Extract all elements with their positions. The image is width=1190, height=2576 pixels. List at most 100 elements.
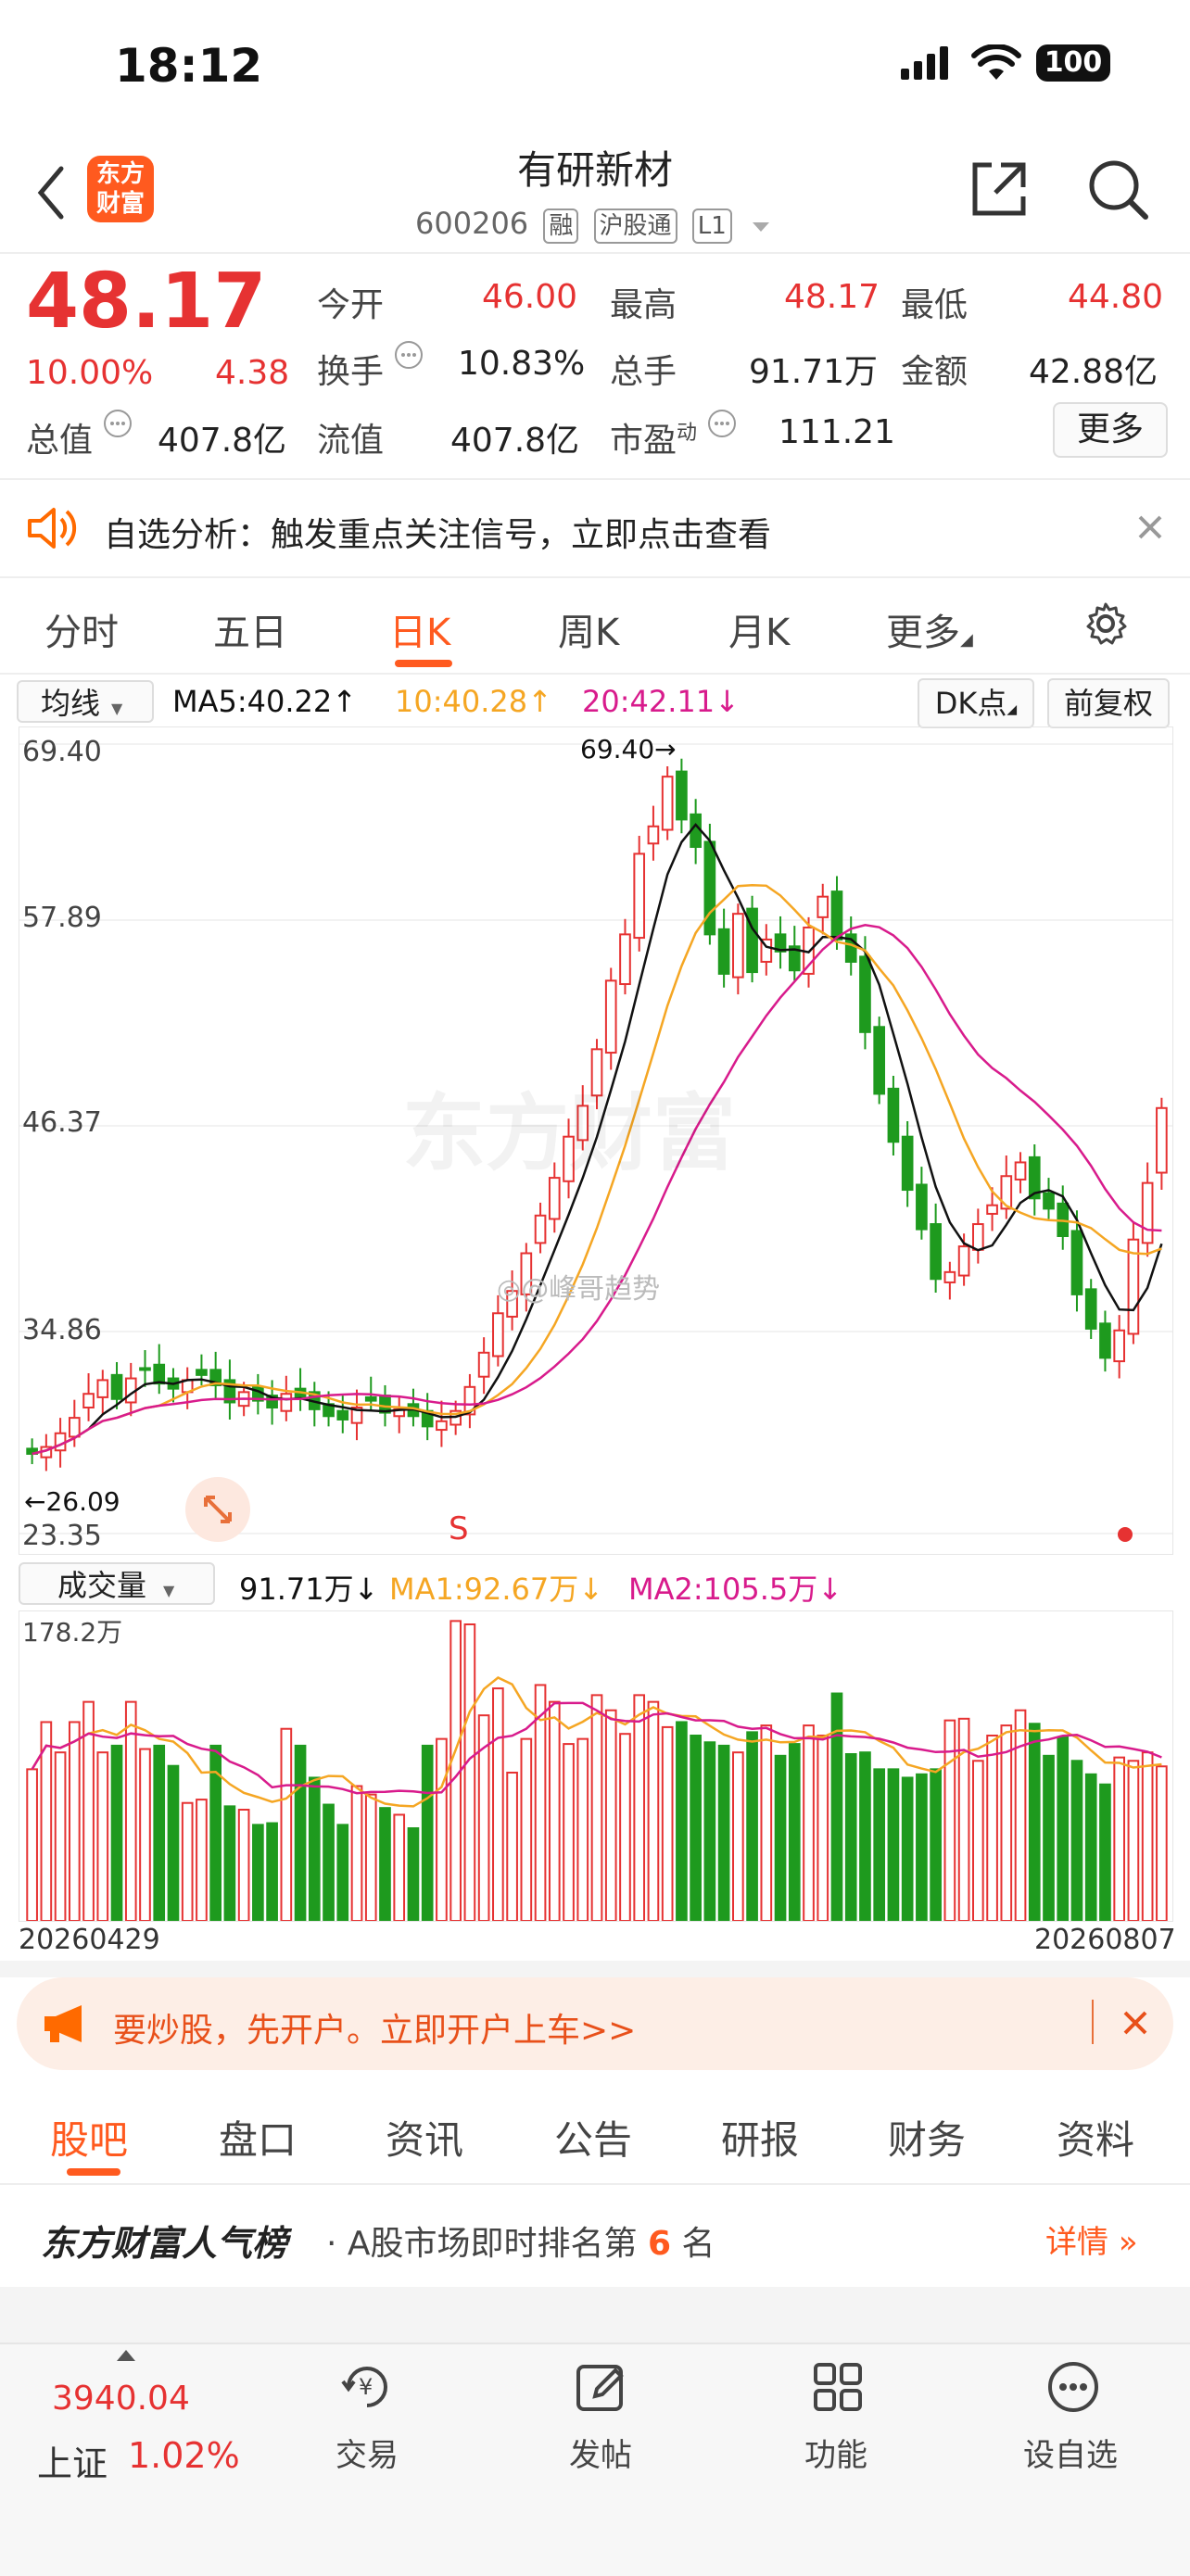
expand-icon[interactable]	[185, 1477, 250, 1542]
candle-up	[817, 895, 829, 918]
volume-bar-down	[336, 1824, 349, 1922]
volume-chart[interactable]	[19, 1610, 1173, 1923]
index-change[interactable]: 1.02%	[128, 2435, 240, 2476]
candle-up	[732, 913, 744, 979]
candle-down	[873, 1026, 886, 1095]
volume-bar-down	[859, 1751, 871, 1922]
volume-value: 91.71万	[749, 353, 879, 391]
candle-down	[901, 1135, 914, 1192]
index-value[interactable]: 3940.04	[52, 2380, 190, 2418]
ma5-text: MA5:40.22	[172, 684, 333, 719]
dk-point-button[interactable]: DK点◢	[918, 678, 1034, 728]
tab-5day[interactable]: 五日	[213, 602, 287, 656]
dropdown-caret-icon[interactable]	[751, 206, 771, 241]
divider	[1092, 2000, 1094, 2044]
float-label: 流值	[317, 422, 385, 460]
settings-gear-icon[interactable]	[1082, 600, 1129, 650]
candle-up	[534, 1214, 547, 1244]
candle-down	[676, 770, 688, 821]
adjust-button[interactable]: 前复权	[1047, 678, 1170, 728]
credit-watermark: ◎@峰哥趋势	[497, 1266, 660, 1307]
low-value: 44.80	[1068, 278, 1164, 316]
low-label: 最低	[901, 286, 968, 324]
tab-forum[interactable]: 股吧	[50, 2109, 128, 2166]
y-tick-label: 69.40	[22, 736, 102, 768]
volume-bar-down	[223, 1805, 236, 1922]
volume-bar-up	[1113, 1756, 1126, 1922]
ma-selector[interactable]: 均线 ▼	[17, 680, 154, 723]
stock-subtitle: 600206 融 沪股通 L1	[415, 206, 771, 244]
nav-post[interactable]: 发帖	[569, 2430, 632, 2475]
grid-icon[interactable]	[810, 2359, 866, 2418]
nav-functions[interactable]: 功能	[804, 2430, 867, 2475]
change-pct: 10.00%	[26, 354, 154, 392]
tab-orderbook[interactable]: 盘口	[219, 2109, 297, 2166]
volume-bar-up	[350, 1785, 363, 1922]
volume-bar-up	[647, 1700, 660, 1922]
volume-bar-down	[110, 1744, 123, 1922]
promo-banner[interactable]: 要炒股，先开户。立即开户上车>>	[17, 1977, 1173, 2070]
candle-down	[830, 890, 843, 941]
detail-label: 详情	[1045, 2224, 1108, 2261]
ranking-suffix: 名	[681, 2225, 715, 2263]
tab-profile[interactable]: 资料	[1057, 2109, 1134, 2166]
indicator-selector[interactable]: 成交量 ▼	[19, 1562, 215, 1605]
tab-monthly-k[interactable]: 月K	[728, 602, 790, 656]
up-arrow-icon	[115, 2348, 137, 2367]
search-icon[interactable]	[1086, 158, 1151, 226]
index-name[interactable]: 上证	[37, 2435, 108, 2486]
promo-text[interactable]: 要炒股，先开户。立即开户上车>>	[113, 2003, 636, 2052]
tab-financials[interactable]: 财务	[888, 2109, 966, 2166]
watermark: 东方财富	[402, 1085, 736, 1182]
nav-add-watchlist[interactable]: 设自选	[1023, 2430, 1118, 2475]
analysis-text[interactable]: 自选分析：触发重点关注信号，立即点击查看	[104, 508, 771, 556]
volume-bar-up	[1156, 1765, 1168, 1922]
candle-up	[68, 1417, 81, 1438]
pe-sup: 动	[677, 422, 698, 445]
tag-connect: 沪股通	[593, 208, 677, 244]
info-icon[interactable]	[393, 339, 424, 374]
tab-weekly-k[interactable]: 周K	[558, 602, 619, 656]
volume-bar-up	[986, 1735, 998, 1922]
ranking-detail-link[interactable]: 详情 »	[1045, 2216, 1138, 2262]
candle-up	[647, 825, 660, 845]
tab-intraday[interactable]: 分时	[44, 602, 119, 656]
volume-bar-up	[633, 1694, 646, 1923]
edit-icon[interactable]	[573, 2359, 628, 2418]
candle-up	[661, 776, 674, 831]
pe-label-text: 市盈	[610, 422, 677, 460]
nav-trade[interactable]: 交易	[335, 2430, 399, 2475]
tab-more[interactable]: 更多◢	[886, 602, 973, 656]
more-button[interactable]: 更多	[1053, 402, 1168, 458]
tab-daily-k[interactable]: 日K	[389, 602, 450, 656]
high-value: 48.17	[784, 278, 880, 316]
current-price: 48.17	[26, 258, 267, 346]
candle-down	[717, 928, 730, 975]
active-tab-indicator	[67, 2168, 120, 2176]
volume-bar-down	[717, 1744, 730, 1922]
volume-bar-up	[463, 1623, 476, 1922]
volume-bar-down	[167, 1764, 180, 1922]
volume-bar-down	[830, 1692, 843, 1922]
yuan-cycle-icon[interactable]: ¥	[330, 2359, 404, 2418]
more-circle-icon[interactable]	[1045, 2359, 1101, 2418]
close-icon[interactable]	[1134, 511, 1166, 547]
share-icon[interactable]	[968, 158, 1031, 224]
min-price-label: ←26.09	[24, 1486, 120, 1517]
volume-bar-up	[817, 1735, 829, 1922]
tab-news[interactable]: 资讯	[386, 2109, 463, 2166]
volume-bar-up	[972, 1760, 984, 1922]
volume-bar-up	[576, 1737, 589, 1922]
info-icon[interactable]	[706, 408, 738, 443]
info-icon[interactable]	[102, 408, 133, 443]
credit-text: @峰哥趋势	[521, 1273, 661, 1306]
section-gap	[0, 1961, 1190, 1977]
volume-bar-up	[492, 1687, 504, 1922]
candle-down	[364, 1395, 377, 1402]
close-icon[interactable]	[1120, 2007, 1151, 2042]
volume-bar-up	[1000, 1724, 1013, 1922]
tab-research[interactable]: 研报	[721, 2109, 799, 2166]
megaphone-icon	[41, 2001, 91, 2050]
tab-announcements[interactable]: 公告	[554, 2109, 632, 2166]
dropdown-caret-icon: ▼	[111, 700, 123, 717]
